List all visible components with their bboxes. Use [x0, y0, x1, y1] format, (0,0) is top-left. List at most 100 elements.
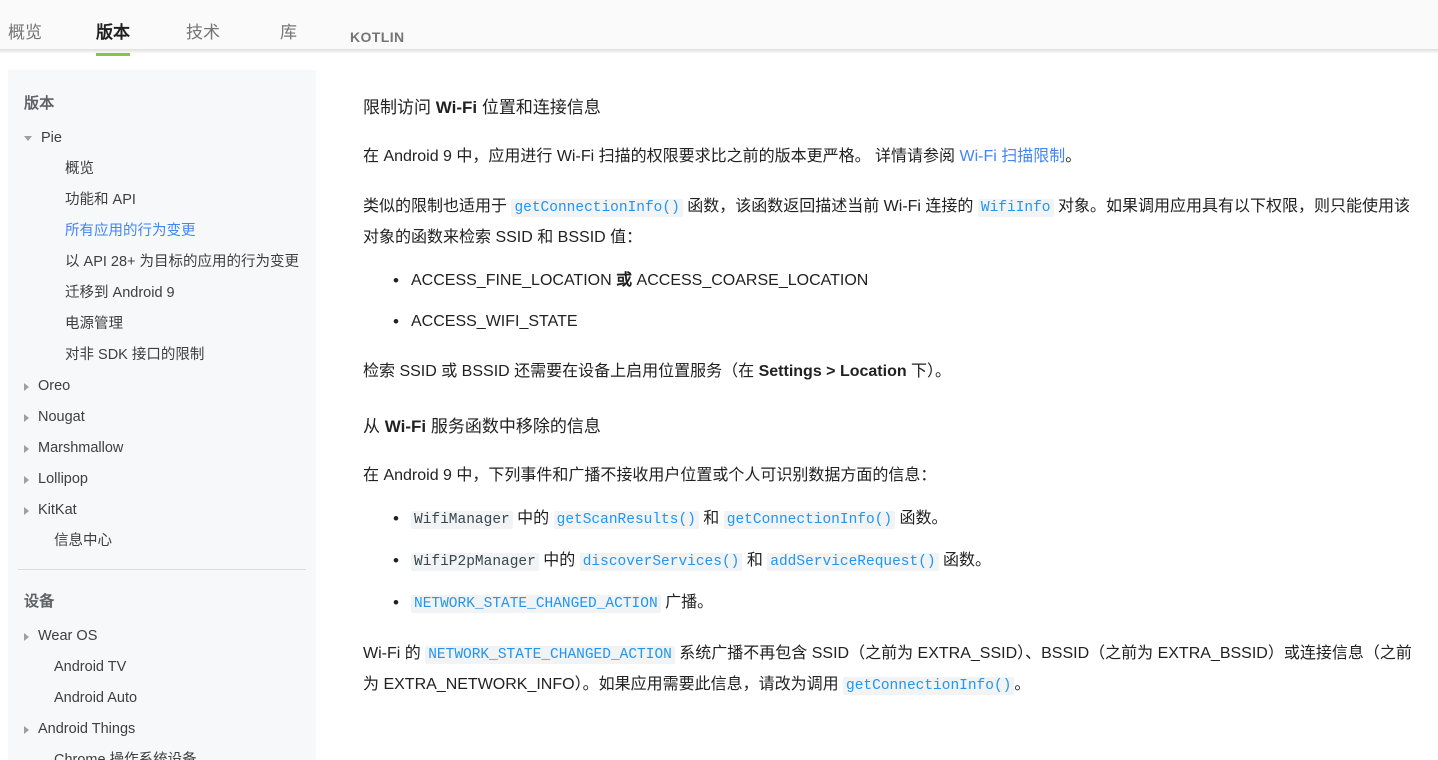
tab-technology[interactable]: 技术: [186, 20, 220, 56]
code-link-discoverservices[interactable]: discoverServices(): [579, 552, 743, 571]
sidebar-item-pie-overview[interactable]: 概览: [8, 154, 316, 185]
chevron-down-icon[interactable]: [24, 136, 32, 141]
code-span: WifiInfo: [977, 199, 1054, 217]
sidebar-item-label: 迁移到 Android 9: [65, 285, 175, 301]
paragraph-text: 检索 SSID 或 BSSID 还需要在设备上启用位置服务（在: [363, 363, 759, 380]
sidebar-item-android-tv[interactable]: Android TV: [8, 652, 316, 683]
list-item-text-pre: ACCESS_WIFI_STATE: [411, 313, 578, 330]
sidebar-item-label: 功能和 API: [65, 192, 136, 208]
list-item-text-pre: ACCESS_FINE_LOCATION: [411, 272, 617, 289]
chevron-right-icon[interactable]: [24, 476, 29, 484]
main-content: 限制访问 Wi-Fi 位置和连接信息 在 Android 9 中，应用进行 Wi…: [363, 70, 1420, 760]
tab-kotlin[interactable]: KOTLIN: [350, 24, 405, 60]
sidebar-item-nougat[interactable]: Nougat: [8, 402, 316, 433]
sidebar-item-label: 以 API 28+ 为目标的应用的行为变更: [65, 254, 300, 270]
sidebar-item-behavior-changes-all-apps[interactable]: 所有应用的行为变更: [8, 216, 316, 247]
link-wifi-scan-restrictions[interactable]: Wi-Fi 扫描限制: [959, 148, 1065, 165]
paragraph-text-bold: Settings > Location: [758, 363, 907, 380]
paragraph-events-no-pii: 在 Android 9 中，下列事件和广播不接收用户位置或个人可识别数据方面的信…: [363, 467, 937, 484]
chevron-right-icon[interactable]: [24, 633, 29, 641]
tab-overview-label: 概览: [8, 23, 42, 42]
code-span: addServiceRequest(): [767, 553, 939, 571]
list-item-text-tail: 函数。: [938, 552, 992, 569]
heading-text-pre: 从: [363, 417, 385, 436]
paragraph-text-tail: 。: [1065, 148, 1082, 165]
sidebar-item-marshmallow[interactable]: Marshmallow: [8, 433, 316, 464]
sidebar-item-label: Pie: [41, 130, 62, 146]
sidebar-item-label: Android Auto: [54, 690, 138, 706]
permissions-list: ACCESS_FINE_LOCATION 或 ACCESS_COARSE_LOC…: [363, 266, 1420, 337]
code-link-getscanresults[interactable]: getScanResults(): [553, 510, 699, 529]
sidebar-item-lollipop[interactable]: Lollipop: [8, 464, 316, 495]
code-link-getconnectioninfo[interactable]: getConnectionInfo(): [511, 198, 683, 217]
tab-versions-label: 版本: [96, 23, 130, 42]
sidebar-item-info-center[interactable]: 信息中心: [8, 526, 316, 557]
list-item: WifiP2pManager 中的 discoverServices() 和 a…: [393, 546, 1420, 577]
section-heading-wifi-restrictions: 限制访问 Wi-Fi 位置和连接信息: [363, 94, 1420, 122]
list-item-text: 中的: [538, 552, 580, 569]
list-item: WifiManager 中的 getScanResults() 和 getCon…: [393, 504, 1420, 535]
removed-info-list: WifiManager 中的 getScanResults() 和 getCon…: [363, 504, 1420, 619]
active-tab-underline: [96, 53, 130, 56]
sidebar-item-kitkat[interactable]: KitKat: [8, 495, 316, 526]
list-item-text: 和: [698, 510, 724, 527]
sidebar-item-migrate-android9[interactable]: 迁移到 Android 9: [8, 278, 316, 309]
heading-text-bold: Wi-Fi: [384, 417, 427, 436]
page-root: 概览 版本 技术 库 KOTLIN 版本 Pie 概览 功能和 API 所有应用…: [0, 0, 1438, 760]
paragraph-text: 函数，该函数返回描述当前 Wi-Fi 连接的: [682, 198, 978, 215]
chevron-right-icon[interactable]: [24, 414, 29, 422]
sidebar-item-label: 概览: [65, 161, 94, 177]
list-item-text-tail: 广播。: [660, 594, 714, 611]
sidebar-item-label: 电源管理: [65, 316, 123, 332]
sidebar-item-label: Nougat: [38, 409, 85, 425]
sidebar-item-android-things[interactable]: Android Things: [8, 714, 316, 745]
sidebar-item-chrome-os-devices[interactable]: Chrome 操作系统设备: [8, 745, 316, 760]
sidebar-item-label: Oreo: [38, 378, 71, 394]
sidebar-item-pie-features-api[interactable]: 功能和 API: [8, 185, 316, 216]
chevron-right-icon[interactable]: [24, 383, 29, 391]
list-item: ACCESS_WIFI_STATE: [393, 307, 1420, 337]
paragraph-text: Wi-Fi 的: [363, 645, 426, 662]
sidebar-item-label: Android TV: [54, 659, 127, 675]
sidebar-item-label: Wear OS: [38, 628, 98, 644]
tab-versions[interactable]: 版本: [96, 20, 130, 56]
sidebar-item-oreo[interactable]: Oreo: [8, 371, 316, 402]
code-link-wifiinfo[interactable]: WifiInfo: [977, 198, 1054, 217]
tab-library-label: 库: [280, 23, 297, 42]
code-link-getconnectioninfo[interactable]: getConnectionInfo(): [723, 510, 896, 529]
code-span: NETWORK_STATE_CHANGED_ACTION: [411, 595, 661, 613]
code-span-wifimanager: WifiManager: [411, 511, 513, 529]
sidebar: 版本 Pie 概览 功能和 API 所有应用的行为变更 以 API 28+ 为目…: [8, 70, 316, 760]
tab-library[interactable]: 库: [280, 20, 297, 56]
sidebar-item-label: 所有应用的行为变更: [65, 223, 196, 239]
chevron-right-icon[interactable]: [24, 726, 29, 734]
sidebar-item-non-sdk-restrictions[interactable]: 对非 SDK 接口的限制: [8, 340, 316, 371]
sidebar-item-wear-os[interactable]: Wear OS: [8, 621, 316, 652]
sidebar-item-label: 信息中心: [54, 533, 112, 549]
top-navigation-bar: 概览 版本 技术 库 KOTLIN: [0, 0, 1438, 56]
list-item: NETWORK_STATE_CHANGED_ACTION 广播。: [393, 588, 1420, 619]
sidebar-item-pie[interactable]: Pie: [8, 123, 316, 154]
section-heading-removed-info: 从 Wi-Fi 服务函数中移除的信息: [363, 413, 1420, 441]
chevron-right-icon[interactable]: [24, 445, 29, 453]
chevron-right-icon[interactable]: [24, 507, 29, 515]
sidebar-item-label: 对非 SDK 接口的限制: [65, 347, 205, 363]
code-span-wifip2pmanager: WifiP2pManager: [411, 553, 539, 571]
list-item-text: 和: [742, 552, 768, 569]
code-link-getconnectioninfo[interactable]: getConnectionInfo(): [843, 676, 1015, 695]
paragraph-wifi-scan-permissions: 在 Android 9 中，应用进行 Wi-Fi 扫描的权限要求比之前的版本更严…: [363, 142, 1420, 172]
heading-text-bold: Wi-Fi: [435, 98, 478, 117]
code-link-network-state-changed-action[interactable]: NETWORK_STATE_CHANGED_ACTION: [425, 645, 675, 664]
tab-technology-label: 技术: [186, 23, 220, 42]
sidebar-item-label: KitKat: [38, 502, 77, 518]
paragraph-text: 类似的限制也适用于: [363, 198, 512, 215]
sidebar-item-power-management[interactable]: 电源管理: [8, 309, 316, 340]
list-item: ACCESS_FINE_LOCATION 或 ACCESS_COARSE_LOC…: [393, 266, 1420, 296]
sidebar-item-behavior-changes-api28[interactable]: 以 API 28+ 为目标的应用的行为变更: [8, 247, 316, 278]
tab-overview[interactable]: 概览: [8, 20, 42, 56]
code-span: discoverServices(): [579, 553, 743, 571]
code-link-network-state-changed-action[interactable]: NETWORK_STATE_CHANGED_ACTION: [411, 594, 661, 613]
code-link-addservicerequest[interactable]: addServiceRequest(): [767, 552, 939, 571]
sidebar-item-label: Android Things: [38, 721, 136, 737]
sidebar-item-android-auto[interactable]: Android Auto: [8, 683, 316, 714]
